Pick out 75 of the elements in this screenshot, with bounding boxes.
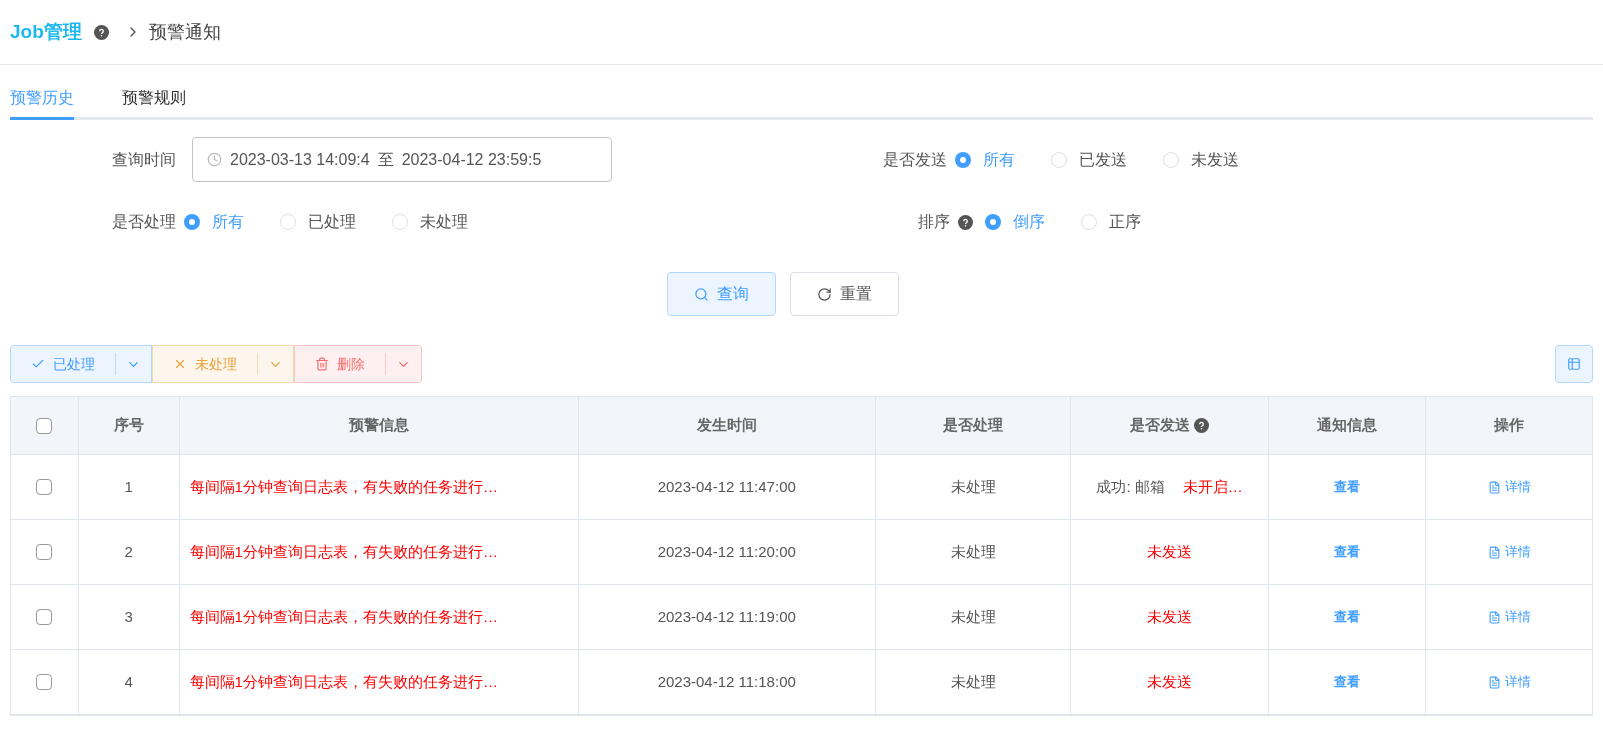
column-header: 序号 [113, 415, 144, 436]
table-cell-text: 2 [124, 541, 133, 562]
radio-option[interactable]: 倒序 [985, 210, 1045, 234]
help-icon[interactable] [1194, 418, 1210, 433]
view-link[interactable]: 查看 [1334, 542, 1361, 562]
trash-icon [315, 357, 329, 371]
table-cell-text: 4 [124, 671, 133, 692]
send-status: 未发送 [1147, 671, 1193, 692]
refresh-icon [816, 286, 832, 302]
send-status: 未开启… [1182, 476, 1243, 497]
view-link[interactable]: 查看 [1334, 672, 1361, 692]
send-status: 未发送 [1147, 541, 1193, 562]
row-checkbox[interactable] [36, 544, 53, 560]
search-icon [693, 286, 709, 302]
table-cell-text: 2023-04-12 11:19:00 [657, 606, 796, 627]
table-cell-text: 未处理 [950, 606, 996, 627]
table-cell-text: 3 [124, 606, 133, 627]
table-cell-text: 每间隔1分钟查询日志表，有失败的任务进行… [189, 606, 498, 627]
table-cell-text: 每间隔1分钟查询日志表，有失败的任务进行… [189, 541, 498, 562]
table-cell-text: 未处理 [950, 476, 996, 497]
column-settings-button[interactable] [1555, 345, 1593, 383]
radio-option[interactable]: 已处理 [280, 210, 356, 234]
date-range-field[interactable]: 2023-03-13 14:09:4 至 2023-04-12 23:59:5 [192, 137, 612, 182]
document-icon [1487, 545, 1501, 559]
breadcrumb-current: 预警通知 [148, 20, 221, 44]
radio-option[interactable]: 所有 [184, 210, 244, 234]
details-link[interactable]: 详情 [1487, 607, 1531, 627]
table-cell-text: 未处理 [950, 671, 996, 692]
breadcrumb-root[interactable]: Job管理 [10, 17, 82, 47]
details-link[interactable]: 详情 [1487, 477, 1531, 497]
send-status: 成功: 邮箱 [1096, 476, 1165, 497]
radio-option[interactable]: 正序 [1081, 210, 1141, 234]
table-cell-text: 每间隔1分钟查询日志表，有失败的任务进行… [189, 476, 498, 497]
column-header: 发生时间 [696, 415, 757, 436]
radio-option[interactable]: 未发送 [1163, 147, 1239, 172]
filter-label: 查询时间 [112, 149, 176, 170]
radio-option[interactable]: 未处理 [392, 210, 468, 234]
details-link[interactable]: 详情 [1487, 672, 1531, 692]
table-cell-text: 1 [124, 476, 133, 497]
check-icon [31, 357, 45, 371]
send-status: 未发送 [1147, 606, 1193, 627]
view-link[interactable]: 查看 [1334, 607, 1361, 627]
row-checkbox[interactable] [36, 609, 53, 625]
clock-icon [207, 152, 222, 167]
filter-label: 是否发送 [883, 149, 947, 170]
column-header: 预警信息 [348, 415, 409, 436]
help-icon[interactable] [93, 25, 109, 40]
column-header: 操作 [1494, 415, 1525, 436]
reset-button[interactable]: 重置 [789, 272, 899, 316]
tab[interactable]: 预警历史 [10, 79, 74, 120]
row-checkbox[interactable] [36, 674, 53, 690]
filter-label: 是否处理 [112, 212, 176, 232]
row-checkbox[interactable] [36, 479, 53, 495]
help-icon[interactable] [958, 214, 973, 230]
column-header: 是否发送 [1130, 415, 1191, 436]
tab[interactable]: 预警规则 [122, 79, 186, 120]
table-cell-text: 2023-04-12 11:47:00 [657, 476, 796, 497]
document-icon [1487, 480, 1501, 494]
table-cell-text: 2023-04-12 11:18:00 [657, 671, 796, 692]
view-link[interactable]: 查看 [1334, 477, 1361, 497]
table-cell-text: 未处理 [950, 541, 996, 562]
cross-icon [173, 357, 187, 371]
document-icon [1487, 675, 1501, 689]
column-header: 是否处理 [943, 415, 1004, 436]
select-all-checkbox[interactable] [36, 417, 53, 434]
table-cell-text: 2023-04-12 11:20:00 [657, 541, 796, 562]
table-cell-text: 每间隔1分钟查询日志表，有失败的任务进行… [189, 671, 498, 692]
filter-label: 排序 [918, 212, 950, 232]
radio-option[interactable]: 已发送 [1051, 147, 1127, 172]
search-button[interactable]: 查询 [666, 272, 776, 316]
document-icon [1487, 610, 1501, 624]
details-link[interactable]: 详情 [1487, 542, 1531, 562]
column-header: 通知信息 [1317, 415, 1378, 436]
table-icon [1567, 357, 1581, 371]
radio-option[interactable]: 所有 [955, 147, 1015, 172]
